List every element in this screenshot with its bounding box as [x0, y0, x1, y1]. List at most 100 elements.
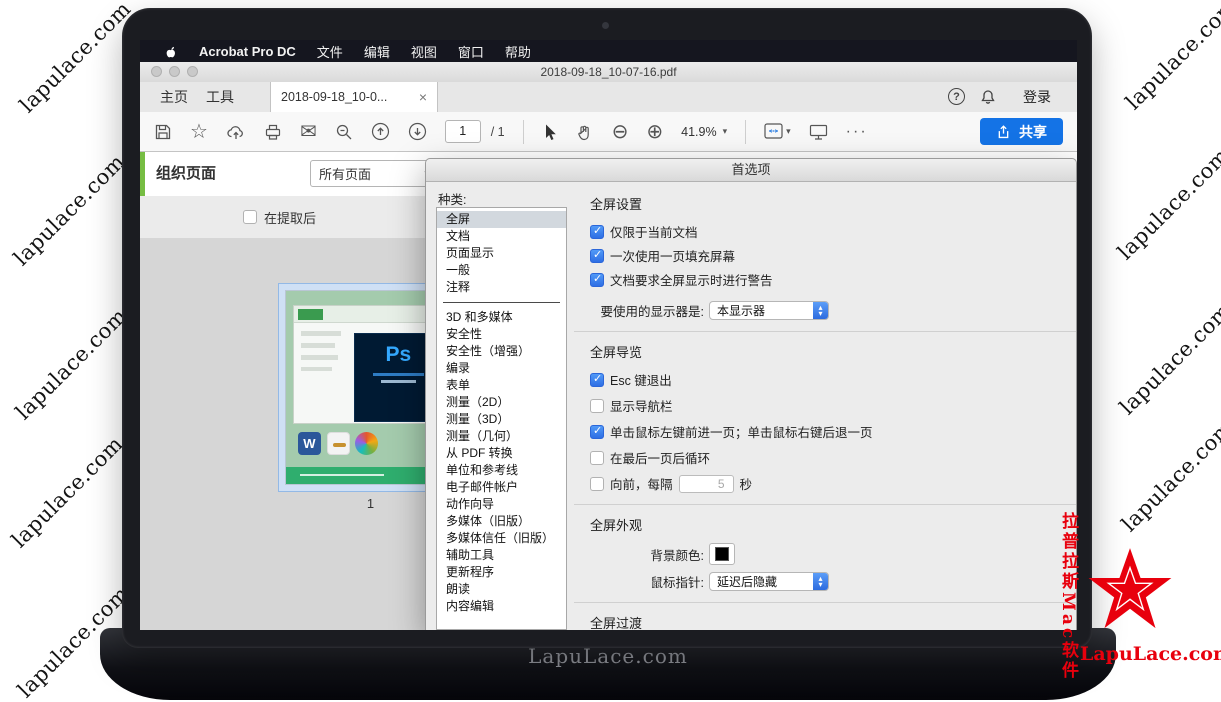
save-icon[interactable]	[154, 123, 172, 141]
category-item[interactable]: 测量（3D）	[437, 411, 566, 428]
page-number-input[interactable]: 1	[445, 120, 481, 143]
category-item[interactable]: 从 PDF 转换	[437, 445, 566, 462]
category-item-fullscreen[interactable]: 全屏	[437, 211, 566, 228]
close-icon[interactable]: ×	[419, 89, 427, 105]
menu-item-file[interactable]: 文件	[317, 42, 343, 61]
color-swatch-black	[715, 547, 729, 561]
menu-item-window[interactable]: 窗口	[458, 42, 484, 61]
zoom-window-button[interactable]	[187, 66, 198, 77]
email-icon[interactable]: ✉	[300, 122, 317, 142]
category-item[interactable]: 注释	[437, 279, 566, 296]
page-range-dropdown[interactable]: 所有页面 ▾	[310, 160, 438, 187]
help-icon[interactable]: ?	[948, 88, 965, 105]
category-item[interactable]: 3D 和多媒体	[437, 309, 566, 326]
checkbox-click-advance[interactable]	[590, 425, 604, 439]
category-item[interactable]: 多媒体信任（旧版）	[437, 530, 566, 547]
tab-home[interactable]: 主页	[160, 82, 188, 112]
category-item[interactable]: 内容编辑	[437, 598, 566, 615]
toolbar-divider	[523, 120, 524, 144]
menu-item-help[interactable]: 帮助	[505, 42, 531, 61]
preferences-panel: 全屏设置 仅限于当前文档 一次使用一页填充屏幕 文档要求全屏显示时进行警告 要使…	[574, 181, 1076, 630]
hand-tool-icon[interactable]	[576, 123, 594, 141]
minimize-window-button[interactable]	[169, 66, 180, 77]
tab-document-title: 2018-09-18_10-0...	[281, 90, 387, 104]
notifications-bell-icon[interactable]	[979, 88, 997, 109]
print-icon[interactable]	[264, 123, 282, 141]
monitor-select[interactable]: 本显示器	[709, 301, 829, 320]
menu-item-edit[interactable]: 编辑	[364, 42, 390, 61]
presentation-icon[interactable]	[809, 123, 828, 141]
menu-item-view[interactable]: 视图	[411, 42, 437, 61]
category-item[interactable]: 电子邮件帐户	[437, 479, 566, 496]
checkbox-label: 仅限于当前文档	[610, 222, 698, 241]
more-tools-icon[interactable]: ···	[846, 123, 868, 141]
category-item[interactable]: 动作向导	[437, 496, 566, 513]
category-item[interactable]: 一般	[437, 262, 566, 279]
zoom-level-dropdown[interactable]: 41.9% ▾	[681, 125, 727, 139]
chevron-down-icon: ▾	[723, 126, 728, 137]
tab-tools[interactable]: 工具	[206, 82, 234, 112]
category-item[interactable]: 朗读	[437, 581, 566, 598]
preferences-dialog: 首选项 种类: 全屏 文档 页面显示 一般 注释 3D 和多媒体 安全性 安全性…	[425, 158, 1077, 630]
section-heading-setup: 全屏设置	[590, 194, 1060, 213]
next-page-icon[interactable]	[408, 122, 427, 141]
close-window-button[interactable]	[151, 66, 162, 77]
zoom-in-icon[interactable]: ⊕	[646, 122, 663, 142]
tab-document[interactable]: 2018-09-18_10-0... ×	[270, 82, 438, 112]
category-item[interactable]: 辅助工具	[437, 547, 566, 564]
background-color-swatch[interactable]	[709, 543, 735, 565]
category-item[interactable]: 编录	[437, 360, 566, 377]
zoom-out-icon[interactable]: ⊖	[612, 122, 629, 142]
category-item[interactable]: 更新程序	[437, 564, 566, 581]
checkbox-show-navbar[interactable]	[590, 399, 604, 413]
traffic-lights	[151, 66, 198, 77]
apple-icon[interactable]	[165, 44, 178, 59]
category-item[interactable]: 安全性（增强）	[437, 343, 566, 360]
dropdown-arrows-icon	[813, 302, 828, 319]
thumb-color-wheel-icon	[355, 432, 378, 455]
screen: Acrobat Pro DC 文件 编辑 视图 窗口 帮助 2018-09-18…	[140, 40, 1077, 630]
checkbox-current-doc[interactable]	[590, 225, 604, 239]
previous-page-icon[interactable]	[371, 122, 390, 141]
interval-input[interactable]: 5	[679, 475, 734, 493]
dialog-title[interactable]: 首选项	[426, 159, 1076, 182]
category-item[interactable]: 多媒体（旧版）	[437, 513, 566, 530]
share-button[interactable]: 共享	[980, 118, 1063, 145]
checkbox-label: 向前，每隔	[610, 474, 673, 493]
section-divider	[574, 504, 1076, 505]
category-item[interactable]: 页面显示	[437, 245, 566, 262]
marquee-zoom-icon[interactable]	[335, 123, 353, 141]
mouse-cursor-select[interactable]: 延迟后隐藏	[709, 572, 829, 591]
mouse-cursor-label: 鼠标指针:	[590, 572, 704, 591]
checkbox-warn-fullscreen[interactable]	[590, 273, 604, 287]
fit-width-dropdown[interactable]: ▾	[764, 123, 791, 140]
category-item[interactable]: 测量（几何）	[437, 428, 566, 445]
checkbox-esc-exit[interactable]	[590, 373, 604, 387]
seconds-label: 秒	[740, 474, 753, 493]
category-item[interactable]: 单位和参考线	[437, 462, 566, 479]
extract-checkbox[interactable]	[243, 210, 257, 224]
category-item[interactable]: 文档	[437, 228, 566, 245]
checkbox-label: 单击鼠标左键前进一页；单击鼠标右键后退一页	[610, 422, 873, 441]
select-tool-icon[interactable]	[542, 123, 558, 141]
cloud-upload-icon[interactable]	[226, 123, 246, 141]
category-item[interactable]: 表单	[437, 377, 566, 394]
menu-app-name[interactable]: Acrobat Pro DC	[199, 44, 296, 59]
sign-in-link[interactable]: 登录	[1023, 82, 1051, 112]
window-title-bar: 2018-09-18_10-07-16.pdf	[140, 62, 1077, 83]
category-item[interactable]: 测量（2D）	[437, 394, 566, 411]
section-heading-transitions: 全屏过渡	[590, 613, 1060, 630]
star-icon[interactable]: ☆	[190, 122, 208, 142]
checkbox-auto-advance[interactable]	[590, 477, 604, 491]
watermark: lapulace.com	[1115, 299, 1221, 420]
share-label: 共享	[1019, 122, 1047, 142]
camera-icon	[602, 22, 609, 29]
category-item[interactable]: 安全性	[437, 326, 566, 343]
checkbox-label: 一次使用一页填充屏幕	[610, 246, 735, 265]
checkbox-label: 文档要求全屏显示时进行警告	[610, 270, 773, 289]
checkbox-label: 显示导航栏	[610, 396, 673, 415]
checkbox-fill-screen[interactable]	[590, 249, 604, 263]
checkbox-loop-after-last[interactable]	[590, 451, 604, 465]
toolbar-divider	[745, 120, 746, 144]
tab-bar: 主页 工具 2018-09-18_10-0... × ? 登录	[140, 82, 1077, 113]
